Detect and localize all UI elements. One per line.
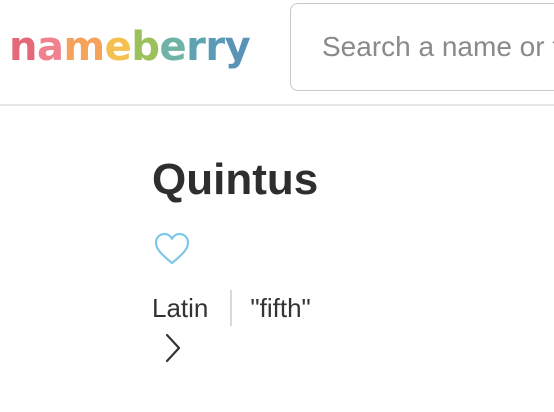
logo-letter: y	[224, 24, 251, 70]
search-input[interactable]	[291, 4, 554, 90]
site-header: nameberry	[0, 0, 554, 106]
heart-outline-icon[interactable]	[154, 232, 190, 266]
logo-letter: r	[186, 24, 206, 70]
logo-letter: b	[131, 24, 160, 70]
logo-letter: e	[104, 24, 132, 70]
nameberry-logo[interactable]: nameberry	[9, 16, 251, 78]
logo-letter: r	[205, 24, 225, 70]
logo-letter: a	[36, 24, 64, 70]
logo-letter: m	[63, 24, 105, 70]
meta-divider	[230, 290, 233, 326]
chevron-right-icon[interactable]	[160, 332, 186, 364]
name-meta: Latin "fifth"	[152, 290, 311, 326]
name-title: Quintus	[152, 155, 319, 204]
meaning-label: "fifth"	[250, 292, 311, 323]
logo-letter: n	[9, 24, 37, 70]
origin-label: Latin	[152, 292, 209, 323]
search-box[interactable]	[290, 3, 554, 91]
logo-letter: e	[159, 24, 187, 70]
